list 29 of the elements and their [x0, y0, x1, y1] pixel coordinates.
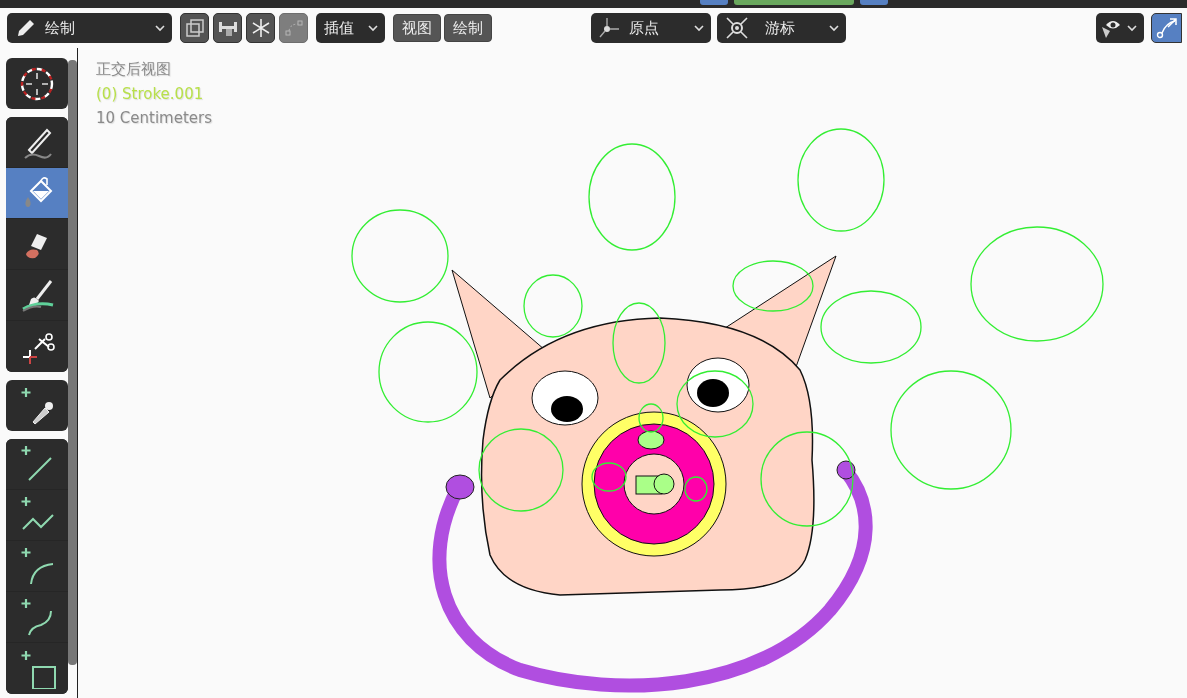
gizmo-toggle[interactable]: [1151, 13, 1182, 43]
view-name: 正交后视图: [96, 60, 172, 79]
pivot-point-icon: [599, 17, 621, 39]
menu-button[interactable]: 绘制: [444, 14, 492, 42]
toggle-button[interactable]: [180, 13, 209, 43]
chevron-icon: [154, 22, 166, 34]
chevron-icon: [693, 22, 705, 34]
pivot-dropdown[interactable]: 原点: [591, 13, 711, 43]
tool-button[interactable]: [6, 117, 68, 168]
chevron-icon: [1126, 22, 1138, 34]
scrollbar[interactable]: [68, 60, 77, 665]
stacked-squares-icon: [184, 18, 205, 38]
tool-button[interactable]: [6, 439, 68, 490]
scale-label: 10 Centimeters: [96, 109, 213, 127]
overlay-dropdown[interactable]: [1096, 13, 1144, 43]
curve-arrow-icon: [1155, 17, 1178, 39]
object-name: (0) Stroke.001: [96, 85, 205, 103]
interpolate-dropdown[interactable]: 插值: [316, 13, 385, 43]
pencil-icon: [15, 17, 37, 39]
toggle-button[interactable]: [213, 13, 242, 43]
toggle-button[interactable]: [246, 13, 275, 43]
mode-dropdown[interactable]: 绘制: [7, 13, 172, 43]
cursor-dropdown[interactable]: 游标: [717, 13, 846, 43]
menu-button[interactable]: 视图: [393, 14, 441, 42]
crosshair-target-icon: [725, 17, 749, 39]
snowflake-icon: [250, 18, 271, 38]
chevron-icon: [828, 22, 840, 34]
curve-points-icon: [283, 18, 304, 38]
chevron-icon: [367, 22, 379, 34]
